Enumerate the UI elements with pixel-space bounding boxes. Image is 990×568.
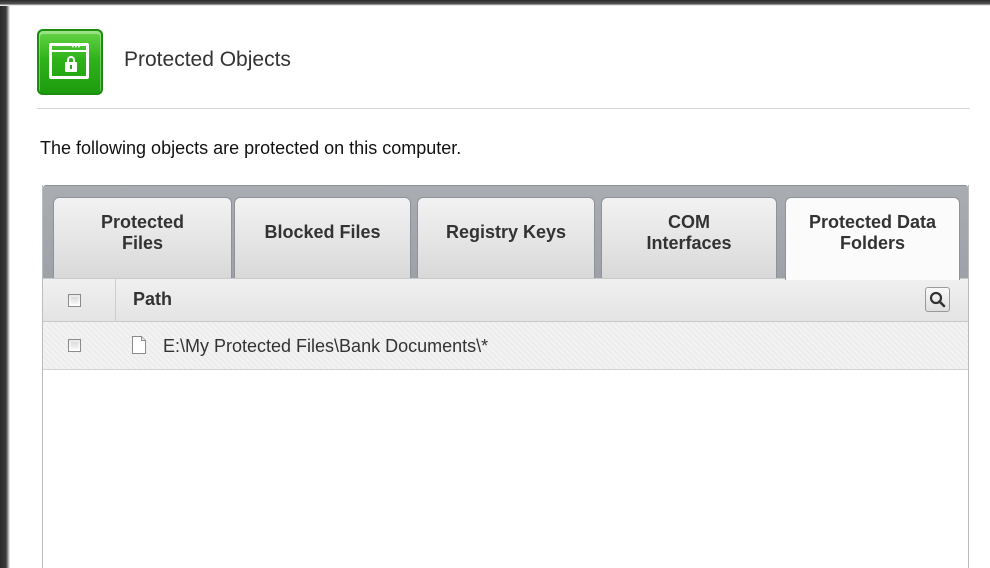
protected-objects-panel: Protected Files Blocked Files Registry K…: [42, 185, 969, 568]
search-icon: [929, 291, 946, 308]
row-checkbox[interactable]: [68, 339, 81, 352]
title-divider: [37, 108, 970, 109]
lock-window-icon: •••: [37, 29, 103, 95]
page-title: Protected Objects: [124, 48, 291, 71]
window-top-border: [0, 0, 990, 6]
tab-blocked-files[interactable]: Blocked Files: [234, 197, 411, 279]
tab-strip: Protected Files Blocked Files Registry K…: [43, 185, 968, 280]
select-all-checkbox[interactable]: [68, 294, 81, 307]
window-shape: •••: [49, 43, 89, 79]
row-path-text: E:\My Protected Files\Bank Documents\*: [163, 336, 489, 356]
tab-registry-keys[interactable]: Registry Keys: [417, 197, 595, 279]
tab-protected-files[interactable]: Protected Files: [53, 197, 232, 279]
window-left-border: [0, 0, 10, 568]
tab-protected-data-folders[interactable]: Protected Data Folders: [785, 197, 960, 280]
table-row[interactable]: E:\My Protected Files\Bank Documents\*: [43, 322, 968, 370]
path-column-header[interactable]: Path: [133, 289, 172, 310]
file-icon: [132, 336, 146, 354]
column-divider: [115, 279, 116, 322]
grid-header: Path: [43, 278, 968, 322]
tab-com-interfaces[interactable]: COM Interfaces: [601, 197, 777, 279]
search-button[interactable]: [925, 287, 950, 312]
description-text: The following objects are protected on t…: [40, 138, 462, 158]
